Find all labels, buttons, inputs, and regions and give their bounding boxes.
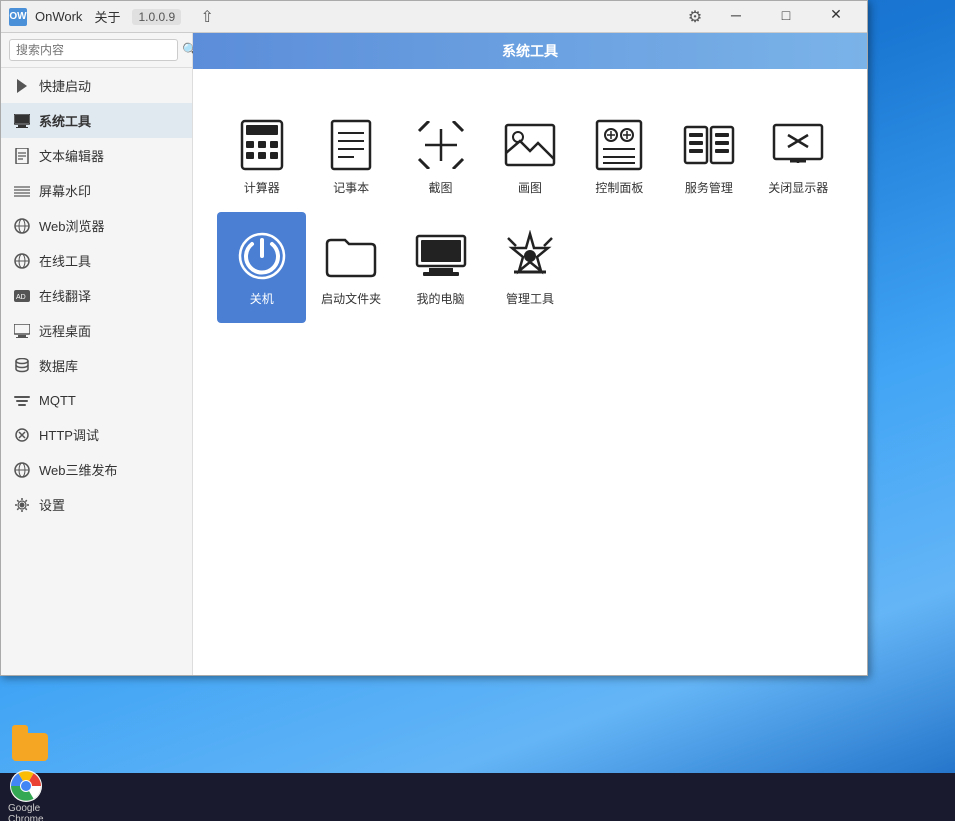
title-bar-left: OW OnWork 关于 1.0.0.9 ⇧ <box>9 3 221 31</box>
sidebar-item-remote-desktop[interactable]: 远程桌面 <box>1 313 192 348</box>
notepad-icon <box>323 117 379 173</box>
http-debug-icon <box>13 426 31 444</box>
minimize-button[interactable]: ─ <box>713 3 759 27</box>
my-computer-icon <box>413 228 469 284</box>
shutdown-label: 关机 <box>250 290 274 307</box>
folder-shape <box>12 733 48 761</box>
control-panel-label: 控制面板 <box>595 179 643 196</box>
watermark-icon <box>13 182 31 200</box>
remote-desktop-icon <box>13 322 31 340</box>
sidebar-item-quick-launch[interactable]: 快捷启动 <box>1 68 192 103</box>
tool-notepad[interactable]: 记事本 <box>306 101 395 212</box>
menu-about[interactable]: 关于 <box>94 7 120 26</box>
translate-icon: AD <box>13 287 31 305</box>
tool-calculator[interactable]: 计算器 <box>217 101 306 212</box>
sidebar-item-http-debug[interactable]: HTTP调试 <box>1 417 192 452</box>
tool-control-panel[interactable]: 控制面板 <box>575 101 664 212</box>
image-label: 画图 <box>518 179 542 196</box>
tool-startup-folder[interactable]: 启动文件夹 <box>306 212 395 323</box>
sidebar-item-online-tools[interactable]: 在线工具 <box>1 243 192 278</box>
taskbar: GoogleChrome <box>0 773 955 821</box>
sidebar-item-browser[interactable]: Web浏览器 <box>1 208 192 243</box>
sidebar-item-settings[interactable]: 设置 <box>1 487 192 522</box>
sidebar-item-web3d[interactable]: Web三维发布 <box>1 452 192 487</box>
sidebar-item-mqtt[interactable]: MQTT <box>1 383 192 417</box>
quick-launch-icon <box>13 77 31 95</box>
services-icon <box>681 117 737 173</box>
close-button[interactable]: ✕ <box>813 3 859 27</box>
title-bar-controls: ⚙ ─ □ ✕ <box>681 3 859 31</box>
tool-screenshot[interactable]: 截图 <box>396 101 485 212</box>
my-computer-label: 我的电脑 <box>417 290 465 307</box>
taskbar-chrome[interactable]: GoogleChrome <box>0 768 52 821</box>
sidebar-item-system-tools[interactable]: 系统工具 <box>1 103 192 138</box>
settings-icon-btn[interactable]: ⚙ <box>681 3 709 31</box>
chrome-taskbar-label: GoogleChrome <box>8 803 44 821</box>
desktop-folder-icon[interactable] <box>12 733 48 761</box>
notepad-label: 记事本 <box>333 179 369 196</box>
system-tools-icon <box>13 112 31 130</box>
main-content: 系统工具 计算器 <box>193 33 867 675</box>
management-label: 管理工具 <box>506 290 554 307</box>
screenshot-icon <box>413 117 469 173</box>
maximize-button[interactable]: □ <box>763 3 809 27</box>
database-icon <box>13 357 31 375</box>
services-label: 服务管理 <box>685 179 733 196</box>
search-input[interactable] <box>9 39 178 61</box>
tool-my-computer[interactable]: 我的电脑 <box>396 212 485 323</box>
app-logo: OW <box>9 8 27 26</box>
sidebar-nav: 快捷启动 系统工具 文本编辑器 <box>1 68 192 675</box>
tool-image[interactable]: 画图 <box>485 101 574 212</box>
text-editor-icon <box>13 147 31 165</box>
shutdown-icon <box>234 228 290 284</box>
tool-close-display[interactable]: 关闭显示器 <box>754 101 843 212</box>
tool-management[interactable]: 管理工具 <box>485 212 574 323</box>
calculator-icon <box>234 117 290 173</box>
tool-shutdown[interactable]: 关机 <box>217 212 306 323</box>
sidebar-item-text-editor[interactable]: 文本编辑器 <box>1 138 192 173</box>
chrome-taskbar-icon <box>10 770 42 802</box>
sidebar-item-translate[interactable]: AD 在线翻译 <box>1 278 192 313</box>
web3d-icon <box>13 461 31 479</box>
title-bar-menu: OnWork 关于 1.0.0.9 ⇧ <box>35 3 221 31</box>
close-display-label: 关闭显示器 <box>768 179 828 196</box>
settings-nav-icon <box>13 496 31 514</box>
screenshot-label: 截图 <box>429 179 453 196</box>
menu-app-name[interactable]: OnWork <box>35 9 82 24</box>
desktop: OW OnWork 关于 1.0.0.9 ⇧ ⚙ ─ □ ✕ <box>0 0 955 821</box>
sidebar-item-watermark[interactable]: 屏幕水印 <box>1 173 192 208</box>
control-panel-icon <box>591 117 647 173</box>
startup-folder-icon <box>323 228 379 284</box>
image-icon <box>502 117 558 173</box>
online-tools-icon <box>13 252 31 270</box>
title-bar: OW OnWork 关于 1.0.0.9 ⇧ ⚙ ─ □ ✕ <box>1 1 867 33</box>
management-icon <box>502 228 558 284</box>
content-header: 系统工具 <box>193 33 867 69</box>
browser-icon <box>13 217 31 235</box>
tools-grid: 计算器 记事本 <box>217 101 843 323</box>
sidebar: 🔍 < 快捷启动 <box>1 33 193 675</box>
search-bar: 🔍 < <box>1 33 192 68</box>
version-badge: 1.0.0.9 <box>132 9 181 25</box>
content-body: 计算器 记事本 <box>193 69 867 675</box>
svg-text:AD: AD <box>16 294 26 301</box>
close-display-icon <box>770 117 826 173</box>
calculator-label: 计算器 <box>244 179 280 196</box>
app-window: OW OnWork 关于 1.0.0.9 ⇧ ⚙ ─ □ ✕ <box>0 0 868 676</box>
upload-icon[interactable]: ⇧ <box>193 3 221 31</box>
tool-services[interactable]: 服务管理 <box>664 101 753 212</box>
mqtt-icon <box>13 391 31 409</box>
app-body: 🔍 < 快捷启动 <box>1 33 867 675</box>
startup-folder-label: 启动文件夹 <box>321 290 381 307</box>
sidebar-item-database[interactable]: 数据库 <box>1 348 192 383</box>
